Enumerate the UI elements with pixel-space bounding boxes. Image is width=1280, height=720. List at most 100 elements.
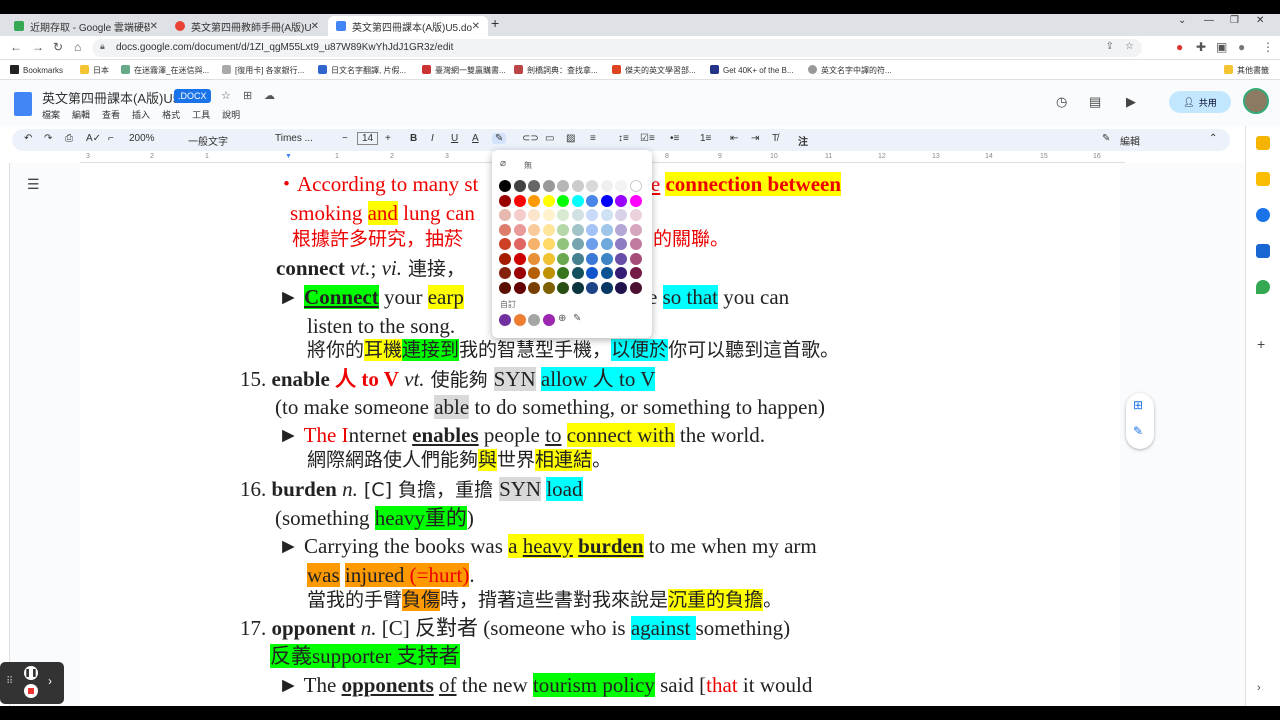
pause-icon[interactable]: ❚❚ xyxy=(24,666,38,680)
indent-marker-icon[interactable]: ▼ xyxy=(285,153,292,160)
bookmark-item[interactable]: 傑夫的英文學習部... xyxy=(612,65,696,76)
link-icon[interactable]: ⊂⊃ xyxy=(522,133,539,144)
increase-indent-icon[interactable]: ⇥ xyxy=(751,133,759,144)
color-swatch[interactable] xyxy=(499,238,511,250)
reload-icon[interactable]: ↻ xyxy=(53,40,63,54)
color-swatch[interactable] xyxy=(629,209,642,221)
color-swatch[interactable] xyxy=(542,238,555,250)
profile-icon[interactable]: ● xyxy=(1238,40,1245,54)
bulleted-list-icon[interactable]: •≡ xyxy=(670,133,679,144)
color-swatch[interactable] xyxy=(542,194,555,207)
close-icon[interactable]: ✕ xyxy=(150,21,158,32)
color-swatch[interactable] xyxy=(615,194,627,207)
editing-mode-select[interactable]: 編輯 xyxy=(1120,133,1140,148)
sidebar-toggle-icon[interactable]: ▣ xyxy=(1216,40,1227,54)
color-swatch[interactable] xyxy=(557,252,569,265)
color-swatch[interactable] xyxy=(513,267,526,279)
color-swatch[interactable] xyxy=(615,281,627,294)
color-swatch[interactable] xyxy=(571,238,584,250)
align-icon[interactable]: ≡ xyxy=(590,133,596,144)
drag-handle-icon[interactable]: ⠿ xyxy=(6,676,13,687)
color-swatch[interactable] xyxy=(571,252,584,265)
tasks-icon[interactable] xyxy=(1256,208,1270,222)
color-swatch[interactable] xyxy=(557,209,569,221)
bookmark-item[interactable]: Get 40K+ of the B... xyxy=(710,65,794,75)
bookmark-item[interactable]: 臺灣網一雙贏購書... xyxy=(422,65,506,76)
color-swatch[interactable] xyxy=(528,180,540,192)
custom-color-swatch[interactable] xyxy=(499,314,511,326)
color-swatch[interactable] xyxy=(513,180,526,192)
underline-icon[interactable]: U xyxy=(451,133,458,144)
color-swatch[interactable] xyxy=(600,180,613,192)
menu-tools[interactable]: 工具 xyxy=(192,108,210,121)
menu-format[interactable]: 格式 xyxy=(162,108,180,121)
color-swatch[interactable] xyxy=(571,267,584,279)
add-addon-icon[interactable]: + xyxy=(1257,336,1265,352)
color-swatch[interactable] xyxy=(629,252,642,265)
bookmark-item[interactable]: 英文名字中譯的符... xyxy=(808,65,892,76)
custom-color-swatch[interactable] xyxy=(542,314,555,326)
color-swatch[interactable] xyxy=(513,209,526,221)
zoom-select[interactable]: 200% xyxy=(129,133,155,144)
tab-search-icon[interactable]: ⌄ xyxy=(1178,15,1186,26)
bookmark-item[interactable]: Bookmarks xyxy=(10,65,63,75)
stop-icon[interactable] xyxy=(24,684,38,698)
star-icon[interactable]: ☆ xyxy=(221,89,231,102)
forward-icon[interactable]: → xyxy=(32,40,44,54)
color-swatch[interactable] xyxy=(571,209,584,221)
numbered-list-icon[interactable]: 1≡ xyxy=(700,133,711,144)
color-swatch[interactable] xyxy=(586,223,598,236)
back-icon[interactable]: ← xyxy=(10,40,22,54)
no-color-icon[interactable]: ⌀ xyxy=(500,158,506,169)
color-swatch[interactable] xyxy=(629,223,642,236)
add-comment-icon[interactable]: ▭ xyxy=(545,133,554,144)
bookmark-star-icon[interactable]: ☆ xyxy=(1125,41,1134,52)
url-field[interactable]: 🔒︎ docs.google.com/document/d/1ZI_qgM55L… xyxy=(92,39,1142,57)
color-swatch[interactable] xyxy=(571,180,584,192)
color-swatch[interactable] xyxy=(528,194,540,207)
color-swatch[interactable] xyxy=(600,281,613,294)
color-swatch[interactable] xyxy=(542,180,555,192)
color-swatch[interactable] xyxy=(600,194,613,207)
undo-icon[interactable]: ↶ xyxy=(24,133,32,144)
paint-format-icon[interactable]: ⌐ xyxy=(108,133,114,144)
custom-color-swatch[interactable] xyxy=(528,314,540,326)
bookmark-item[interactable]: 劍橋詞典：查找拿... xyxy=(514,65,598,76)
insert-image-icon[interactable]: ▨ xyxy=(566,133,575,144)
color-swatch[interactable] xyxy=(571,281,584,294)
no-color-label[interactable]: 無 xyxy=(524,160,532,171)
checklist-icon[interactable]: ☑≡ xyxy=(640,133,655,144)
color-swatch[interactable] xyxy=(513,238,526,250)
menu-file[interactable]: 檔案 xyxy=(42,108,60,121)
calendar-icon[interactable] xyxy=(1256,136,1270,150)
color-swatch[interactable] xyxy=(615,267,627,279)
decrease-indent-icon[interactable]: ⇤ xyxy=(730,133,738,144)
share-page-icon[interactable]: ⇪ xyxy=(1106,41,1114,52)
bookmark-item[interactable]: [復用卡] 各家銀行... xyxy=(222,65,304,76)
clear-formatting-icon[interactable]: T̸ xyxy=(772,133,778,144)
color-swatch[interactable] xyxy=(499,281,511,294)
minimize-button[interactable]: — xyxy=(1204,15,1214,26)
color-swatch[interactable] xyxy=(542,267,555,279)
color-swatch[interactable] xyxy=(513,281,526,294)
color-swatch[interactable] xyxy=(557,223,569,236)
color-swatch[interactable] xyxy=(600,223,613,236)
extension-icon[interactable]: ● xyxy=(1176,40,1183,54)
document-title[interactable]: 英文第四冊課本(A版)U5 xyxy=(42,88,180,107)
color-swatch[interactable] xyxy=(586,180,598,192)
color-swatch[interactable] xyxy=(499,267,511,279)
new-tab-button[interactable]: + xyxy=(491,15,499,31)
color-swatch[interactable] xyxy=(542,223,555,236)
color-swatch[interactable] xyxy=(557,194,569,207)
keep-icon[interactable] xyxy=(1256,172,1270,186)
color-swatch[interactable] xyxy=(629,281,642,294)
bookmark-item[interactable]: 日本 xyxy=(80,65,109,76)
restore-button[interactable]: ❐ xyxy=(1230,15,1239,26)
avatar[interactable] xyxy=(1243,88,1269,114)
color-swatch[interactable] xyxy=(629,194,642,207)
line-spacing-icon[interactable]: ↕≡ xyxy=(618,133,629,144)
tab-drive[interactable]: 近期存取 - Google 雲端硬碟 ✕ xyxy=(6,16,166,36)
color-swatch[interactable] xyxy=(586,252,598,265)
color-swatch[interactable] xyxy=(629,180,642,192)
color-swatch[interactable] xyxy=(513,252,526,265)
